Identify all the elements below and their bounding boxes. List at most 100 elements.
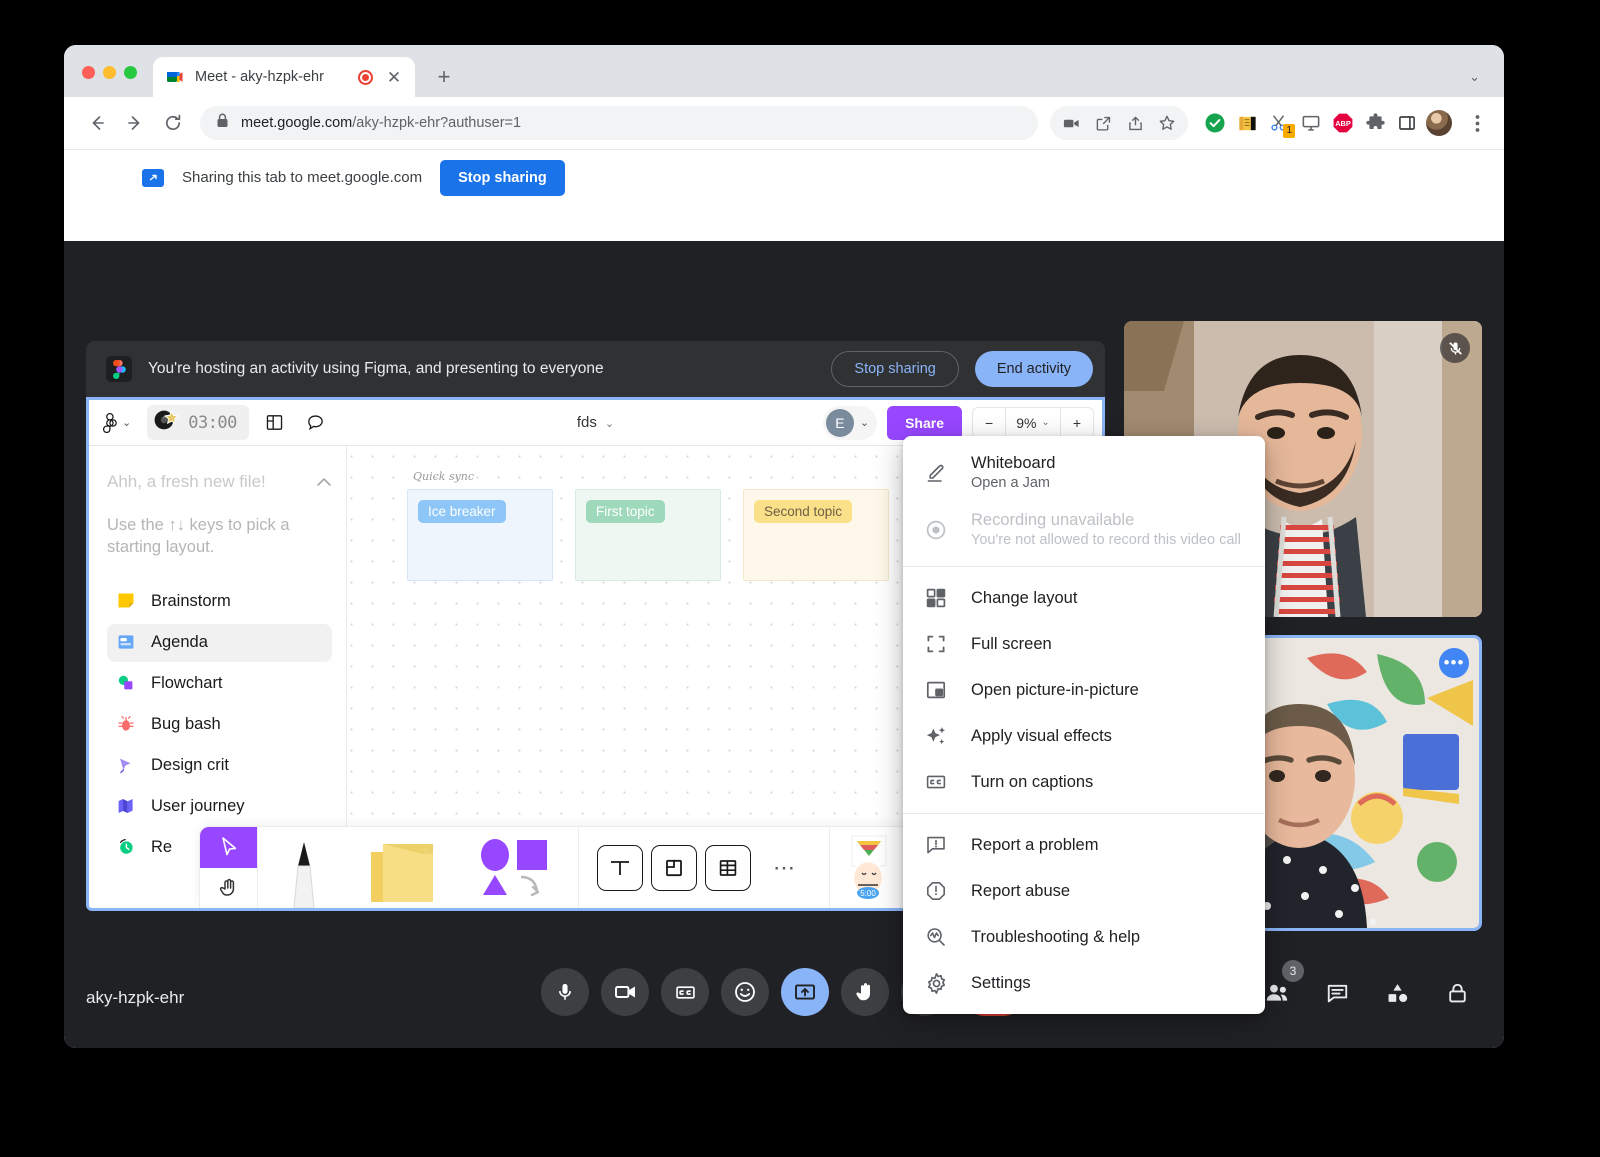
zoom-level-display[interactable]: 9% ⌄ — [1005, 408, 1060, 438]
chevron-down-icon[interactable]: ⌄ — [1469, 69, 1480, 85]
layout-item-label: User journey — [151, 797, 245, 816]
figma-menu-button[interactable]: ⌄ — [97, 409, 137, 437]
layout-item-agenda[interactable]: Agenda — [107, 624, 332, 662]
chevron-down-icon: ⌄ — [122, 416, 131, 429]
address-input[interactable]: meet.google.com/aky-hzpk-ehr?authuser=1 — [200, 106, 1038, 140]
layout-item-design-crit[interactable]: Design crit — [107, 747, 332, 785]
menu-divider — [903, 813, 1265, 814]
sidebar-heading: Ahh, a fresh new file! — [107, 472, 332, 492]
figma-panels-icon[interactable] — [259, 409, 290, 436]
forward-button[interactable] — [118, 106, 152, 140]
share-icon[interactable] — [1120, 108, 1150, 138]
avatar[interactable] — [1426, 110, 1452, 136]
share-screen-icon — [142, 169, 164, 187]
figma-avatar-group[interactable]: E ⌄ — [823, 406, 877, 440]
stop-sharing-button[interactable]: Stop sharing — [440, 160, 565, 196]
menu-item-settings[interactable]: Settings — [903, 960, 1265, 1006]
minimize-window-button[interactable] — [103, 66, 116, 79]
menu-item-troubleshooting[interactable]: Troubleshooting & help — [903, 914, 1265, 960]
layout-item-brainstorm[interactable]: Brainstorm — [107, 583, 332, 621]
text-tool-icon[interactable] — [597, 845, 643, 891]
close-icon[interactable]: ✕ — [383, 66, 405, 88]
troubleshooting-icon — [923, 924, 949, 950]
extension-icons: 1 ABP — [1202, 110, 1452, 136]
recording-dot-icon — [358, 70, 373, 85]
hand-tool-icon[interactable] — [200, 868, 257, 909]
back-button[interactable] — [80, 106, 114, 140]
camera-button[interactable] — [601, 968, 649, 1016]
new-tab-button[interactable]: + — [429, 62, 459, 92]
open-in-new-icon[interactable] — [1088, 108, 1118, 138]
report-abuse-icon — [923, 878, 949, 904]
bookmark-star-icon[interactable] — [1152, 108, 1182, 138]
layout-item-bug-bash[interactable]: Bug bash — [107, 706, 332, 744]
microphone-button[interactable] — [541, 968, 589, 1016]
menu-item-picture-in-picture[interactable]: Open picture-in-picture — [903, 667, 1265, 713]
svg-text:5:00: 5:00 — [860, 889, 876, 898]
more-tools-icon[interactable]: ⋯ — [759, 855, 811, 881]
menu-item-sublabel: Open a Jam — [971, 475, 1055, 491]
menu-item-full-screen[interactable]: Full screen — [903, 621, 1265, 667]
section-ice-breaker[interactable]: Ice breaker — [407, 489, 553, 581]
figma-share-button[interactable]: Share — [887, 406, 962, 440]
menu-item-label: Report a problem — [971, 836, 1098, 855]
figma-comment-icon[interactable] — [300, 409, 331, 436]
record-star-sticker-icon — [152, 408, 182, 437]
sharing-status-text: Sharing this tab to meet.google.com — [182, 169, 422, 186]
menu-item-label: Change layout — [971, 589, 1077, 608]
menu-item-visual-effects[interactable]: Apply visual effects — [903, 713, 1265, 759]
section-first-topic[interactable]: First topic — [575, 489, 721, 581]
reload-button[interactable] — [156, 106, 190, 140]
chevron-up-icon[interactable] — [316, 472, 332, 492]
present-button[interactable] — [781, 968, 829, 1016]
menu-item-change-layout[interactable]: Change layout — [903, 575, 1265, 621]
emoji-button[interactable] — [721, 968, 769, 1016]
host-controls-button[interactable] — [1438, 974, 1476, 1012]
zoom-in-button[interactable]: + — [1060, 408, 1093, 438]
captions-button[interactable] — [661, 968, 709, 1016]
three-dot-menu-icon[interactable] — [1464, 114, 1490, 133]
layout-item-user-journey[interactable]: User journey — [107, 788, 332, 826]
notepad-extension-icon[interactable] — [1234, 110, 1260, 136]
report-problem-icon — [923, 832, 949, 858]
side-panel-icon[interactable] — [1394, 110, 1420, 136]
chevron-down-icon: ⌄ — [1041, 417, 1049, 428]
section-second-topic[interactable]: Second topic — [743, 489, 889, 581]
browser-tab[interactable]: Meet - aky-hzpk-ehr ✕ — [153, 57, 415, 97]
raise-hand-button[interactable] — [841, 968, 889, 1016]
end-activity-button[interactable]: End activity — [975, 351, 1093, 387]
shapes-icon[interactable] — [462, 827, 578, 908]
green-check-extension-icon[interactable] — [1202, 110, 1228, 136]
mic-muted-badge — [1440, 333, 1470, 363]
stop-sharing-activity-button[interactable]: Stop sharing — [831, 351, 958, 387]
close-window-button[interactable] — [82, 66, 95, 79]
table-tool-icon[interactable] — [705, 845, 751, 891]
meet-favicon-icon — [167, 69, 185, 85]
cursor-arrow-icon[interactable] — [200, 827, 257, 868]
menu-item-turn-on-captions[interactable]: Turn on captions — [903, 759, 1265, 805]
menu-item-whiteboard[interactable]: Whiteboard Open a Jam — [903, 444, 1265, 501]
camera-icon[interactable] — [1056, 108, 1086, 138]
scissors-extension-icon[interactable]: 1 — [1266, 110, 1292, 136]
abp-extension-icon[interactable]: ABP — [1330, 110, 1356, 136]
sticky-notes-icon[interactable] — [350, 827, 462, 908]
puzzle-extensions-icon[interactable] — [1362, 110, 1388, 136]
layout-item-label: Flowchart — [151, 674, 223, 693]
marker-pen-icon[interactable] — [258, 827, 350, 908]
activities-button[interactable] — [1378, 974, 1416, 1012]
figma-timer[interactable]: 03:00 — [147, 405, 249, 440]
zoom-out-button[interactable]: − — [973, 408, 1005, 438]
maximize-window-button[interactable] — [124, 66, 137, 79]
tile-more-options-button[interactable]: ••• — [1439, 648, 1469, 678]
menu-item-report-problem[interactable]: Report a problem — [903, 822, 1265, 868]
meeting-code: aky-hzpk-ehr — [86, 988, 184, 1008]
chat-button[interactable] — [1318, 974, 1356, 1012]
frame-tool-icon[interactable] — [651, 845, 697, 891]
layout-item-flowchart[interactable]: Flowchart — [107, 665, 332, 703]
figma-banner-text: You're hosting an activity using Figma, … — [148, 360, 815, 378]
menu-item-report-abuse[interactable]: Report abuse — [903, 868, 1265, 914]
picture-in-picture-icon — [923, 677, 949, 703]
screen-extension-icon[interactable] — [1298, 110, 1324, 136]
menu-item-sublabel: You're not allowed to record this video … — [971, 532, 1241, 548]
clock-icon — [117, 838, 137, 858]
